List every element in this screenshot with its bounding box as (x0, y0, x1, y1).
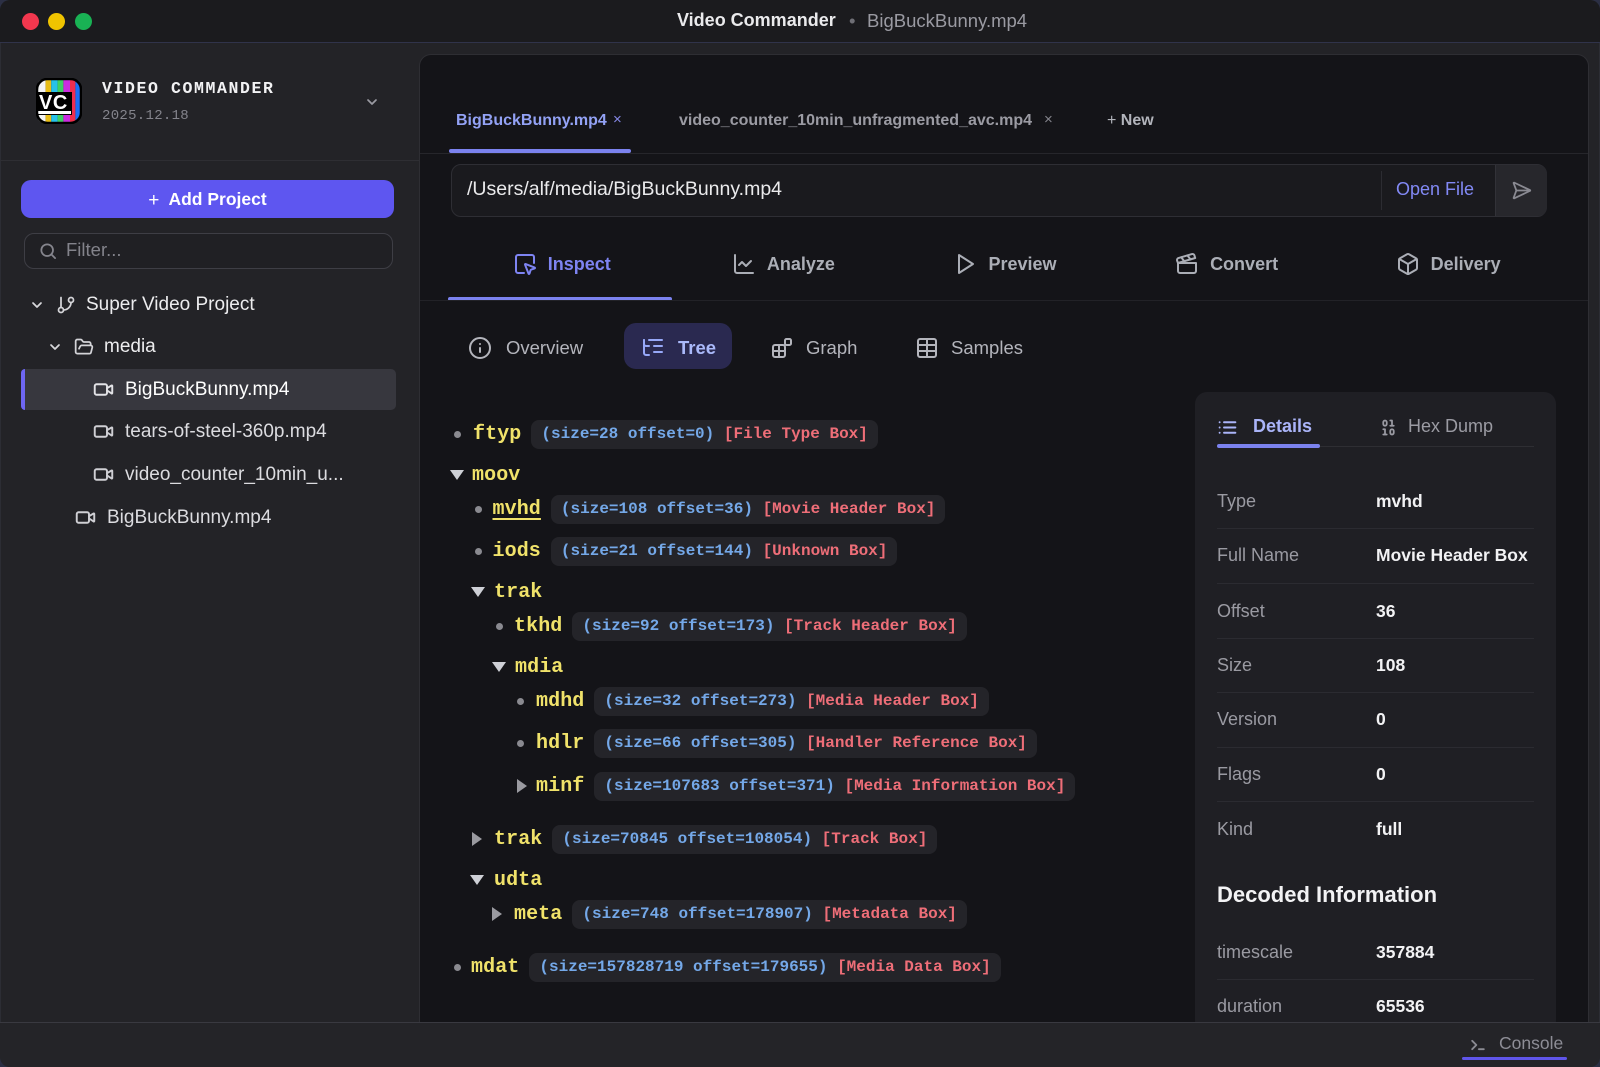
svg-text:VC: VC (39, 92, 68, 114)
